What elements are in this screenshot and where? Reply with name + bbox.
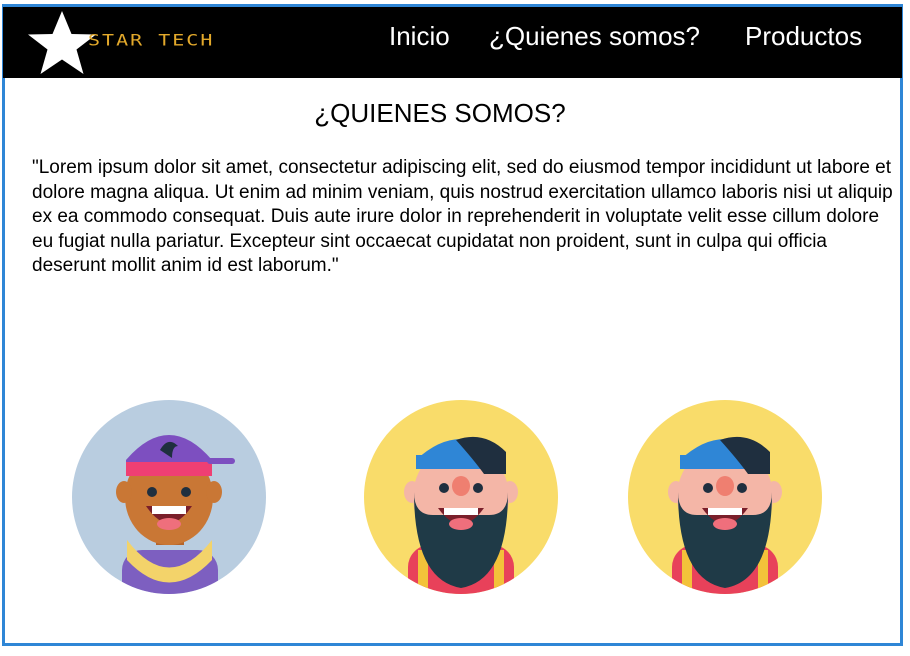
nav-inicio[interactable]: Inicio — [389, 14, 450, 58]
nav-quienes-somos[interactable]: ¿Quienes somos? — [489, 14, 700, 58]
section-title: ¿QUIENES SOMOS? — [314, 98, 566, 128]
brand-name[interactable]: STAR TECH — [88, 30, 214, 49]
cap-boy-avatar-icon — [72, 400, 266, 594]
bearded-man-avatar-icon — [628, 400, 822, 594]
nav-productos[interactable]: Productos — [745, 14, 862, 58]
about-paragraph: "Lorem ipsum dolor sit amet, consectetur… — [32, 157, 893, 276]
bearded-man-avatar-icon — [364, 400, 558, 594]
